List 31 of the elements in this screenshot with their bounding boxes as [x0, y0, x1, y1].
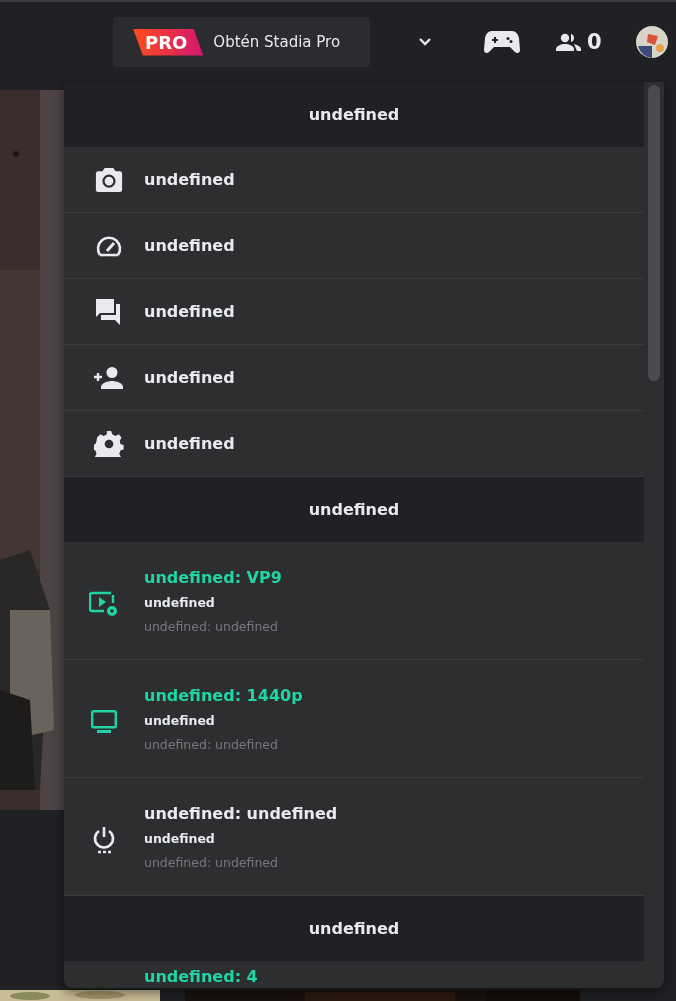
menu-item[interactable]: undefined: [64, 345, 644, 411]
add-person-icon: [94, 366, 124, 389]
info-subtitle: undefined: [144, 594, 216, 611]
info-title: undefined: 1440p: [144, 684, 303, 707]
menu-item[interactable]: undefined: [64, 147, 644, 213]
people-icon[interactable]: [556, 33, 582, 51]
camera-icon: [94, 167, 124, 192]
chevron-down-icon[interactable]: [418, 37, 432, 47]
avatar[interactable]: [635, 26, 668, 58]
info-detail: undefined: undefined: [144, 736, 279, 753]
pro-label: Obtén Stadia Pro: [213, 33, 341, 51]
info-title: undefined: 4: [144, 966, 258, 988]
menu-item[interactable]: undefined: [64, 411, 644, 477]
section-title: undefined: [308, 500, 400, 519]
scrollbar-thumb[interactable]: [648, 85, 660, 381]
speedometer-icon: [94, 234, 124, 257]
section-title: undefined: [308, 919, 400, 938]
pro-badge: PRO: [133, 28, 204, 56]
settings-icon: [94, 430, 124, 457]
menu-item[interactable]: undefined: [64, 279, 644, 345]
get-pro-button[interactable]: PRO Obtén Stadia Pro: [113, 17, 370, 67]
info-subtitle: undefined: [144, 830, 216, 847]
gamepad-icon[interactable]: [484, 30, 520, 54]
info-subtitle: undefined: [144, 712, 216, 729]
info-detail: undefined: undefined: [144, 618, 279, 635]
info-title: undefined: undefined: [144, 802, 338, 825]
info-title: undefined: VP9: [144, 566, 282, 589]
info-detail: undefined: undefined: [144, 854, 279, 871]
friends-count: 0: [587, 30, 602, 54]
section-title: undefined: [308, 105, 400, 124]
menu-item[interactable]: undefined: [64, 213, 644, 279]
